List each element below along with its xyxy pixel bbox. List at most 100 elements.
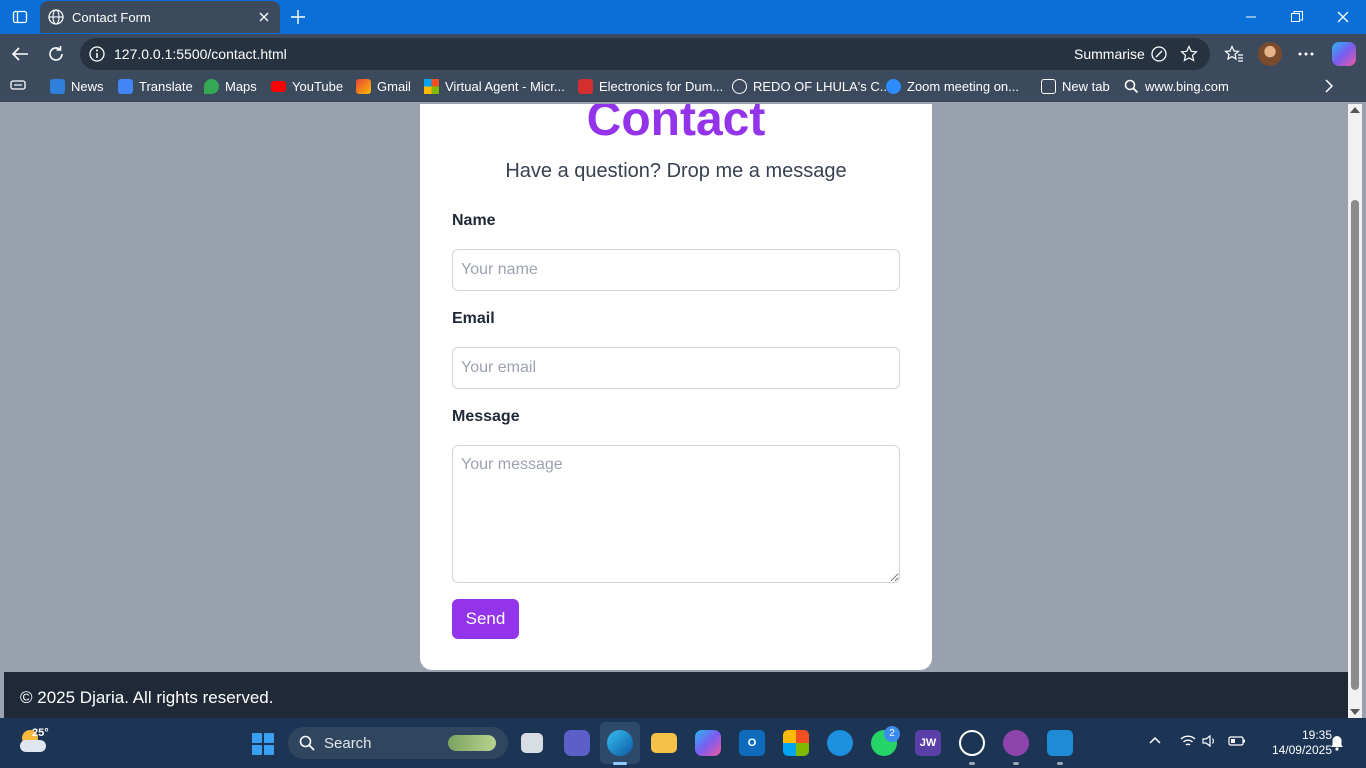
arrow-left-icon xyxy=(11,47,28,61)
page-footer: © 2025 Djaria. All rights reserved. xyxy=(4,672,1348,718)
notification-bell-icon[interactable] xyxy=(1330,735,1344,756)
bookmark-label: Translate xyxy=(139,79,193,94)
chevron-up-icon[interactable] xyxy=(1149,734,1161,753)
bookmark-bing[interactable]: www.bing.com xyxy=(1124,79,1229,94)
weather-temperature: 25° xyxy=(32,727,49,739)
new-tab-button[interactable] xyxy=(286,5,310,29)
microsoft-icon xyxy=(424,79,439,94)
close-window-button[interactable] xyxy=(1320,0,1366,34)
bookmark-maps[interactable]: Maps xyxy=(204,79,257,94)
page-subtitle: Have a question? Drop me a message xyxy=(505,160,847,182)
translate-icon xyxy=(118,79,133,94)
wifi-icon[interactable] xyxy=(1180,734,1196,753)
scroll-up-icon[interactable] xyxy=(1350,107,1360,113)
windows-logo-tile xyxy=(252,733,262,743)
name-input[interactable] xyxy=(452,249,900,291)
bookmark-new-tab[interactable]: New tab xyxy=(1041,79,1110,94)
email-label: Email xyxy=(452,310,495,327)
bookmark-label: Zoom meeting on... xyxy=(907,79,1019,94)
bookmark-label: REDO OF LHULA's C... xyxy=(753,79,891,94)
bookmark-translate[interactable]: Translate xyxy=(118,79,193,94)
github-desktop-icon[interactable] xyxy=(1003,730,1029,756)
page-scrollbar[interactable] xyxy=(1348,104,1362,718)
more-dots-icon xyxy=(1298,52,1314,56)
search-highlight-image xyxy=(448,735,496,751)
edge-browser-icon[interactable] xyxy=(607,730,633,756)
taskbar-search[interactable]: Search xyxy=(288,727,508,759)
url-text[interactable]: 127.0.0.1:5500/contact.html xyxy=(114,46,287,62)
cloud-icon xyxy=(20,740,46,752)
volume-icon[interactable] xyxy=(1202,734,1218,753)
bookmark-news[interactable]: News xyxy=(50,79,104,94)
windows-logo-tile xyxy=(252,745,262,755)
bookmark-virtual-agent[interactable]: Virtual Agent - Micr... xyxy=(424,79,565,94)
weather-widget[interactable]: 25° xyxy=(18,727,49,756)
bookmark-electronics[interactable]: Electronics for Dum... xyxy=(578,79,723,94)
vscode-icon[interactable] xyxy=(1047,730,1073,756)
send-button[interactable]: Send xyxy=(452,599,519,639)
chatgpt-icon[interactable] xyxy=(959,730,985,756)
teams-meet-icon[interactable] xyxy=(564,730,590,756)
message-textarea[interactable] xyxy=(452,445,900,583)
copilot-icon[interactable] xyxy=(1332,42,1356,66)
summarise-button[interactable]: Summarise xyxy=(1074,46,1145,62)
minimize-button[interactable] xyxy=(1228,0,1274,34)
bookmark-label: Electronics for Dum... xyxy=(599,79,724,94)
battery-icon[interactable] xyxy=(1228,734,1246,753)
start-button[interactable] xyxy=(252,733,274,755)
jw-app-icon[interactable]: JW xyxy=(915,730,941,756)
favorite-star-icon[interactable] xyxy=(1180,45,1198,68)
bookmarks-more-chevron-icon[interactable] xyxy=(1324,79,1334,93)
globe-icon xyxy=(47,8,65,29)
bookmark-redo[interactable]: REDO OF LHULA's C... xyxy=(732,79,891,94)
site-info-icon[interactable] xyxy=(88,45,106,68)
refresh-button[interactable] xyxy=(42,40,70,68)
scroll-down-icon[interactable] xyxy=(1350,709,1360,715)
tab-actions-button[interactable] xyxy=(6,5,34,29)
contact-card: Contact Have a question? Drop me a messa… xyxy=(420,104,932,670)
message-label: Message xyxy=(452,408,520,425)
bookmark-label: www.bing.com xyxy=(1145,79,1229,94)
summarise-icon[interactable] xyxy=(1150,45,1168,68)
address-bar[interactable]: 127.0.0.1:5500/contact.html Summarise xyxy=(80,38,1210,70)
zoom-icon xyxy=(886,79,901,94)
active-app-indicator xyxy=(613,762,627,765)
email-input[interactable] xyxy=(452,347,900,389)
bookmark-zoom[interactable]: Zoom meeting on... xyxy=(886,79,1019,94)
clock-date: 14/09/2025 xyxy=(1271,743,1332,757)
browser-tab-active[interactable]: Contact Form xyxy=(40,1,280,33)
file-explorer-icon[interactable] xyxy=(651,733,677,753)
bookmark-label: News xyxy=(71,79,104,94)
bookmark-gmail[interactable]: Gmail xyxy=(356,79,411,94)
clock-time: 19:35 xyxy=(1301,728,1332,742)
youtube-icon xyxy=(271,81,286,92)
tab-actions-icon xyxy=(12,10,28,24)
windows-logo-tile xyxy=(264,733,274,743)
open-app-indicator xyxy=(1057,762,1063,765)
whatsapp-notification-badge: 2 xyxy=(884,726,900,742)
copilot-app-icon[interactable] xyxy=(695,730,721,756)
system-clock[interactable]: 19:35 14/09/2025 xyxy=(1252,728,1332,758)
close-icon xyxy=(1337,11,1349,23)
favorites-button[interactable] xyxy=(1220,40,1248,68)
settings-more-button[interactable] xyxy=(1292,40,1320,68)
name-label: Name xyxy=(452,212,496,229)
bookmarks-toggle-icon[interactable] xyxy=(10,79,26,91)
close-tab-icon[interactable] xyxy=(256,9,272,25)
browser-title-bar: Contact Form xyxy=(0,0,1366,34)
restore-button[interactable] xyxy=(1274,0,1320,34)
outlook-icon[interactable]: O xyxy=(739,730,765,756)
task-view-icon[interactable] xyxy=(521,733,543,753)
page-viewport: Contact Have a question? Drop me a messa… xyxy=(4,104,1348,718)
profile-avatar[interactable] xyxy=(1258,42,1282,66)
browser-toolbar: 127.0.0.1:5500/contact.html Summarise xyxy=(0,34,1366,74)
windows-logo-tile xyxy=(264,745,274,755)
bookmark-youtube[interactable]: YouTube xyxy=(271,79,343,94)
gmail-icon xyxy=(356,79,371,94)
open-app-indicator xyxy=(969,762,975,765)
microsoft-store-icon[interactable] xyxy=(783,730,809,756)
scrollbar-thumb[interactable] xyxy=(1351,200,1359,690)
back-button[interactable] xyxy=(6,40,34,68)
plus-icon xyxy=(291,10,305,24)
sync-app-icon[interactable] xyxy=(827,730,853,756)
